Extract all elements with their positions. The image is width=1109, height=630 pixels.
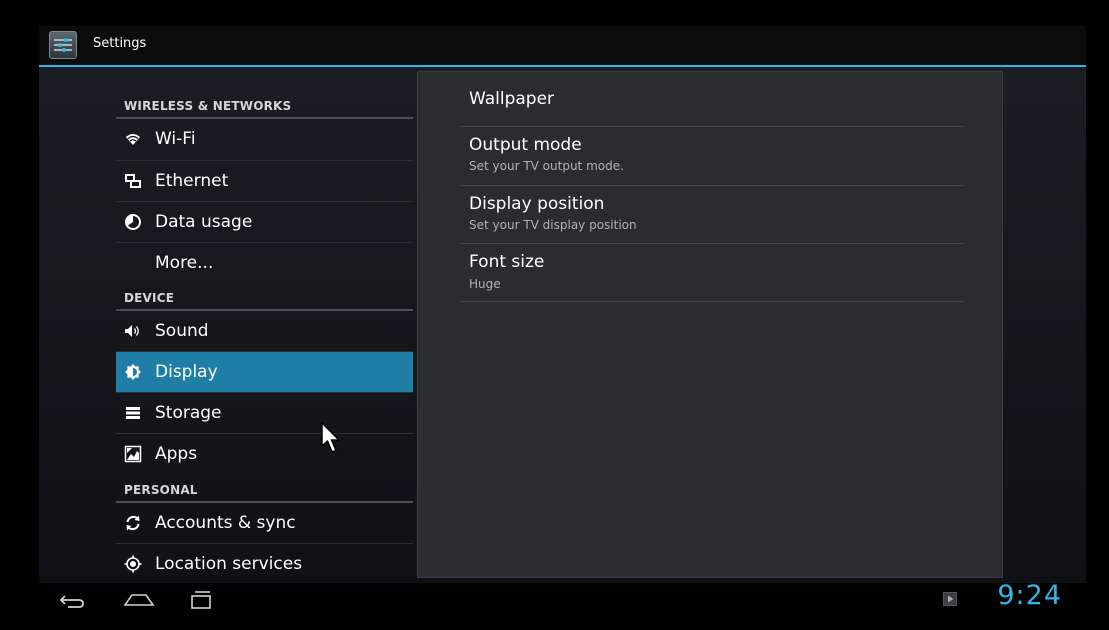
mouse-cursor-icon [321, 422, 340, 453]
app-title: Settings [93, 36, 147, 51]
sync-icon [126, 515, 140, 531]
settings-item-ethernet[interactable]: Ethernet [116, 161, 413, 201]
apps-icon [124, 445, 142, 463]
settings-item-apps[interactable]: Apps [116, 434, 413, 474]
settings-item-label: Sound [155, 321, 209, 341]
settings-item-label: Ethernet [155, 171, 229, 191]
settings-item-label: More... [155, 253, 214, 273]
status-clock[interactable]: 9:24 [997, 580, 1062, 611]
settings-item-label: Accounts & sync [155, 513, 296, 533]
android-screen: Settings WIRELESS & NETWORKS Wi-Fi Ether… [39, 26, 1086, 616]
settings-content: WIRELESS & NETWORKS Wi-Fi Ethernet Data … [39, 67, 1086, 583]
back-icon[interactable] [58, 593, 86, 609]
settings-item-more[interactable]: More... [116, 243, 413, 283]
category-device: DEVICE [124, 291, 175, 305]
action-bar: Settings [39, 26, 1086, 67]
pref-title: Wallpaper [469, 89, 555, 109]
pref-summary: Set your TV display position [469, 218, 637, 232]
settings-item-label: Apps [155, 444, 198, 464]
pref-title: Font size [469, 252, 545, 272]
display-brightness-icon [125, 364, 141, 380]
settings-item-storage[interactable]: Storage [116, 393, 413, 433]
wifi-icon [126, 134, 140, 145]
system-navigation-bar: 9:24 [39, 580, 1086, 616]
display-settings-pane: Wallpaper Output mode Set your TV output… [417, 71, 1003, 578]
settings-item-label: Location services [155, 554, 303, 574]
media-play-notification-icon[interactable] [943, 592, 957, 606]
pref-summary: Huge [469, 277, 501, 291]
category-wireless-networks: WIRELESS & NETWORKS [124, 99, 292, 113]
settings-app-icon[interactable] [49, 31, 77, 59]
settings-item-label: Display [155, 362, 218, 382]
recent-apps-icon[interactable] [190, 590, 212, 610]
pref-title: Output mode [469, 135, 582, 155]
settings-item-data-usage[interactable]: Data usage [116, 202, 413, 242]
home-icon[interactable] [123, 593, 155, 607]
settings-item-label: Data usage [155, 212, 253, 232]
settings-item-display[interactable]: Display [116, 352, 413, 392]
sound-icon [125, 325, 139, 337]
pref-title: Display position [469, 194, 605, 214]
settings-item-location-services[interactable]: Location services [116, 544, 413, 584]
category-personal: PERSONAL [124, 483, 198, 497]
settings-item-sound[interactable]: Sound [116, 311, 413, 351]
location-icon [124, 555, 142, 573]
data-usage-icon [125, 214, 141, 230]
divider [460, 301, 964, 302]
storage-icon [126, 407, 140, 419]
settings-item-wifi[interactable]: Wi-Fi [116, 119, 413, 159]
pref-summary: Set your TV output mode. [469, 159, 624, 173]
ethernet-icon [125, 174, 141, 188]
settings-item-label: Wi-Fi [155, 129, 196, 149]
settings-item-accounts-sync[interactable]: Accounts & sync [116, 503, 413, 543]
settings-item-label: Storage [155, 403, 222, 423]
